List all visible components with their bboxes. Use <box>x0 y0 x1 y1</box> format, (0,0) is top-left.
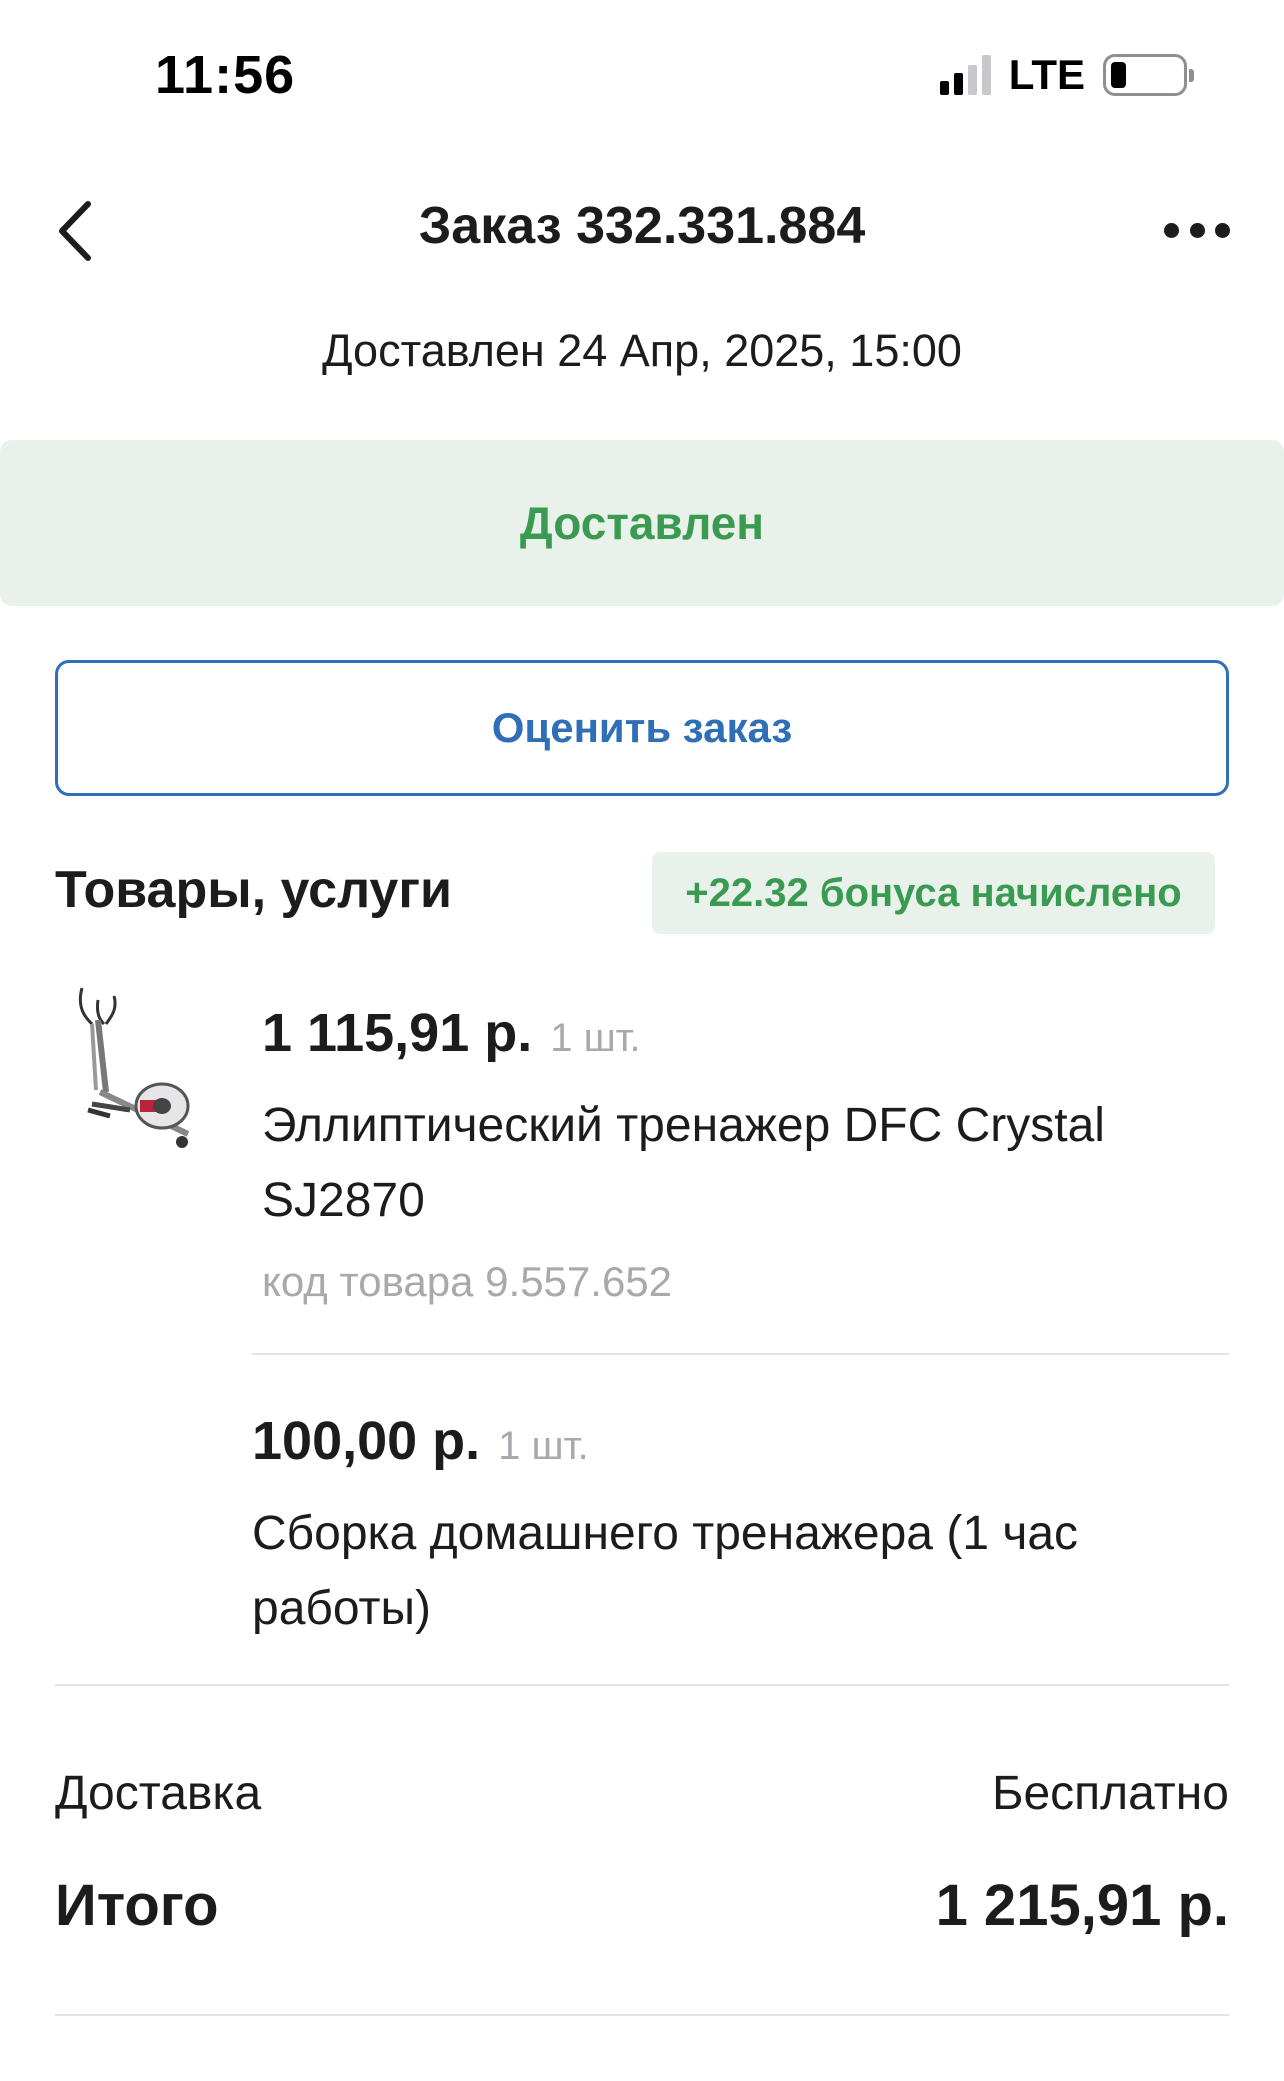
status-time: 11:56 <box>155 45 296 105</box>
service-price-line: 100,00 р. 1 шт. <box>252 1410 589 1472</box>
section-divider <box>55 1684 1229 1686</box>
item-quantity: 1 шт. <box>550 1016 641 1060</box>
product-image[interactable] <box>70 980 200 1160</box>
item-name-line: SJ2870 <box>262 1174 425 1227</box>
battery-icon <box>1103 54 1194 96</box>
item-name-line: Эллиптический тренажер DFC Crystal <box>262 1099 1105 1152</box>
item-code: код товара 9.557.652 <box>262 1258 673 1305</box>
item-price-line: 1 115,91 р. 1 шт. <box>262 1002 641 1064</box>
more-horizontal-icon <box>1164 222 1179 238</box>
item-price: 1 115,91 р. <box>262 1003 533 1063</box>
elliptical-trainer-image <box>78 987 190 1148</box>
page-title: Заказ 332.331.884 <box>418 197 866 255</box>
service-quantity: 1 шт. <box>498 1424 589 1468</box>
service-name: Сборка домашнего тренажера (1 час работы… <box>252 1496 1078 1646</box>
service-name-line: работы) <box>252 1582 431 1635</box>
service-price: 100,00 р. <box>252 1411 481 1471</box>
chevron-left-icon <box>59 201 91 261</box>
service-name-line: Сборка домашнего тренажера (1 час <box>252 1507 1079 1560</box>
section-title-items: Товары, услуги <box>55 861 452 919</box>
order-status-banner: Доставлен <box>0 440 1284 606</box>
status-indicators: LTE <box>939 51 1194 98</box>
signal-icon <box>939 55 991 95</box>
more-options-button[interactable] <box>1164 210 1230 250</box>
rate-order-button[interactable]: Оценить заказ <box>55 660 1229 796</box>
back-button[interactable] <box>50 196 110 266</box>
item-name[interactable]: Эллиптический тренажер DFC Crystal SJ287… <box>262 1088 1105 1238</box>
bottom-divider <box>55 2014 1229 2016</box>
delivery-value: Бесплатно <box>991 1767 1229 1820</box>
order-status: Доставлен <box>519 497 765 549</box>
delivery-label: Доставка <box>55 1767 262 1820</box>
network-type: LTE <box>1008 51 1085 98</box>
delivered-date: Доставлен 24 Апр, 2025, 15:00 <box>322 325 962 376</box>
total-value: 1 215,91 р. <box>935 1873 1229 1938</box>
total-label: Итого <box>55 1873 219 1938</box>
status-bar: 11:56 LTE <box>0 0 1284 150</box>
item-divider <box>252 1353 1229 1355</box>
bonus-badge: +22.32 бонуса начислено <box>652 852 1215 934</box>
order-details-screen: 11:56 LTE Заказ 332.331.884 Доставлен 24… <box>0 0 1284 2081</box>
